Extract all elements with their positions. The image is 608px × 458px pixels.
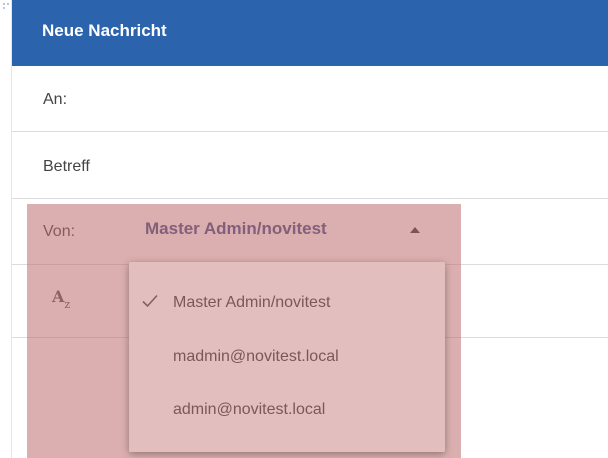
to-label: An: [43,91,68,108]
subject-field[interactable]: Betreff [12,132,608,199]
compose-window: Neue Nachricht An: Betreff Von: Master A… [0,0,608,458]
from-label: Von: [43,223,76,240]
dropdown-option-master-admin[interactable]: Master Admin/novitest [129,276,445,330]
caret-up-icon[interactable] [410,227,420,233]
dropdown-option-admin[interactable]: admin@novitest.local [129,383,445,437]
check-icon [142,294,158,308]
to-field[interactable]: An: [12,66,608,132]
resize-handle-icon [3,3,9,9]
from-select[interactable]: Master Admin/novitest [145,219,327,239]
dropdown-option-label: admin@novitest.local [173,401,326,418]
from-field: Von: Master Admin/novitest [12,199,608,265]
dropdown-option-label: madmin@novitest.local [173,348,339,365]
compose-header: Neue Nachricht [12,0,608,66]
page-title: Neue Nachricht [42,21,167,40]
left-edge [0,0,12,458]
dropdown-option-label: Master Admin/novitest [173,294,331,311]
text-format-icon[interactable]: Az [52,287,70,311]
subject-placeholder: Betreff [43,158,90,175]
dropdown-option-madmin[interactable]: madmin@novitest.local [129,330,445,384]
from-dropdown-menu: Master Admin/novitest madmin@novitest.lo… [129,262,445,452]
